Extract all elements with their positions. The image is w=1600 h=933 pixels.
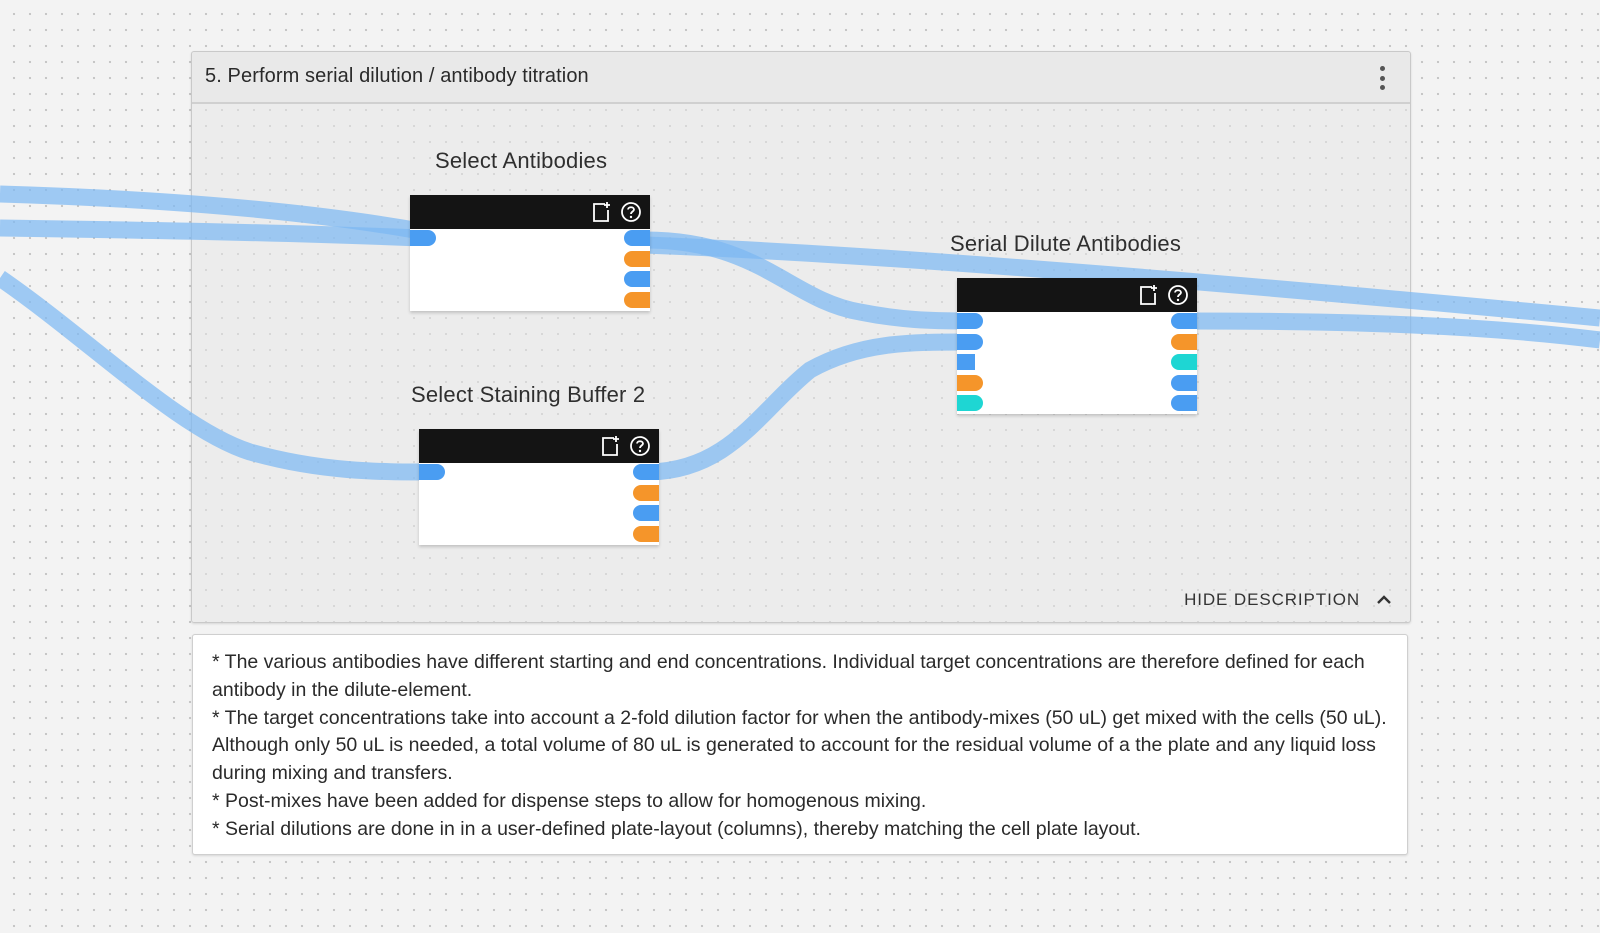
node-select-staining-buffer-2[interactable] — [419, 429, 659, 545]
section-header: 5. Perform serial dilution / antibody ti… — [192, 52, 1410, 104]
node-header[interactable] — [410, 195, 650, 229]
node-label-select-antibodies: Select Antibodies — [435, 148, 608, 173]
output-port[interactable] — [624, 271, 650, 287]
description-line: * Post-mixes have been added for dispens… — [212, 789, 927, 812]
input-port[interactable] — [957, 354, 975, 370]
input-port[interactable] — [419, 464, 445, 480]
output-port[interactable] — [1171, 334, 1197, 350]
output-port[interactable] — [1171, 395, 1197, 411]
hide-description-label: HIDE DESCRIPTION — [1184, 590, 1360, 609]
help-icon[interactable] — [1167, 284, 1189, 306]
hide-description-button[interactable]: HIDE DESCRIPTION — [1184, 590, 1392, 610]
node-header[interactable] — [419, 429, 659, 463]
output-port[interactable] — [1171, 354, 1197, 370]
input-port[interactable] — [957, 375, 983, 391]
output-port[interactable] — [633, 505, 659, 521]
input-port[interactable] — [957, 395, 983, 411]
node-select-antibodies[interactable] — [410, 195, 650, 311]
workflow-section-panel: 5. Perform serial dilution / antibody ti… — [191, 51, 1411, 623]
output-port[interactable] — [633, 464, 659, 480]
description-line: * The various antibodies have different … — [212, 651, 1365, 701]
output-port[interactable] — [633, 485, 659, 501]
add-note-icon[interactable] — [1139, 284, 1159, 306]
help-icon[interactable] — [629, 435, 651, 457]
output-port[interactable] — [624, 251, 650, 267]
output-port[interactable] — [1171, 375, 1197, 391]
chevron-up-icon — [1377, 595, 1391, 604]
output-port[interactable] — [624, 230, 650, 246]
output-port[interactable] — [624, 292, 650, 308]
node-label-serial-dilute-antibodies: Serial Dilute Antibodies — [950, 231, 1182, 256]
node-serial-dilute-antibodies[interactable] — [957, 278, 1197, 414]
add-note-icon[interactable] — [592, 201, 612, 223]
section-title: 5. Perform serial dilution / antibody ti… — [205, 65, 589, 87]
help-icon[interactable] — [620, 201, 642, 223]
add-note-icon[interactable] — [601, 435, 621, 457]
more-vert-icon[interactable] — [1376, 66, 1388, 90]
input-port[interactable] — [410, 230, 436, 246]
input-port[interactable] — [957, 334, 983, 350]
description-text: * The various antibodies have different … — [212, 649, 1387, 844]
node-header[interactable] — [957, 278, 1197, 312]
output-port[interactable] — [633, 526, 659, 542]
description-box: * The various antibodies have different … — [192, 634, 1408, 855]
output-port[interactable] — [1171, 313, 1197, 329]
description-line: * Serial dilutions are done in in a user… — [212, 817, 1141, 840]
node-label-select-staining-buffer-2: Select Staining Buffer 2 — [411, 382, 646, 407]
description-line: * The target concentrations take into ac… — [212, 706, 1387, 785]
input-port[interactable] — [957, 313, 983, 329]
